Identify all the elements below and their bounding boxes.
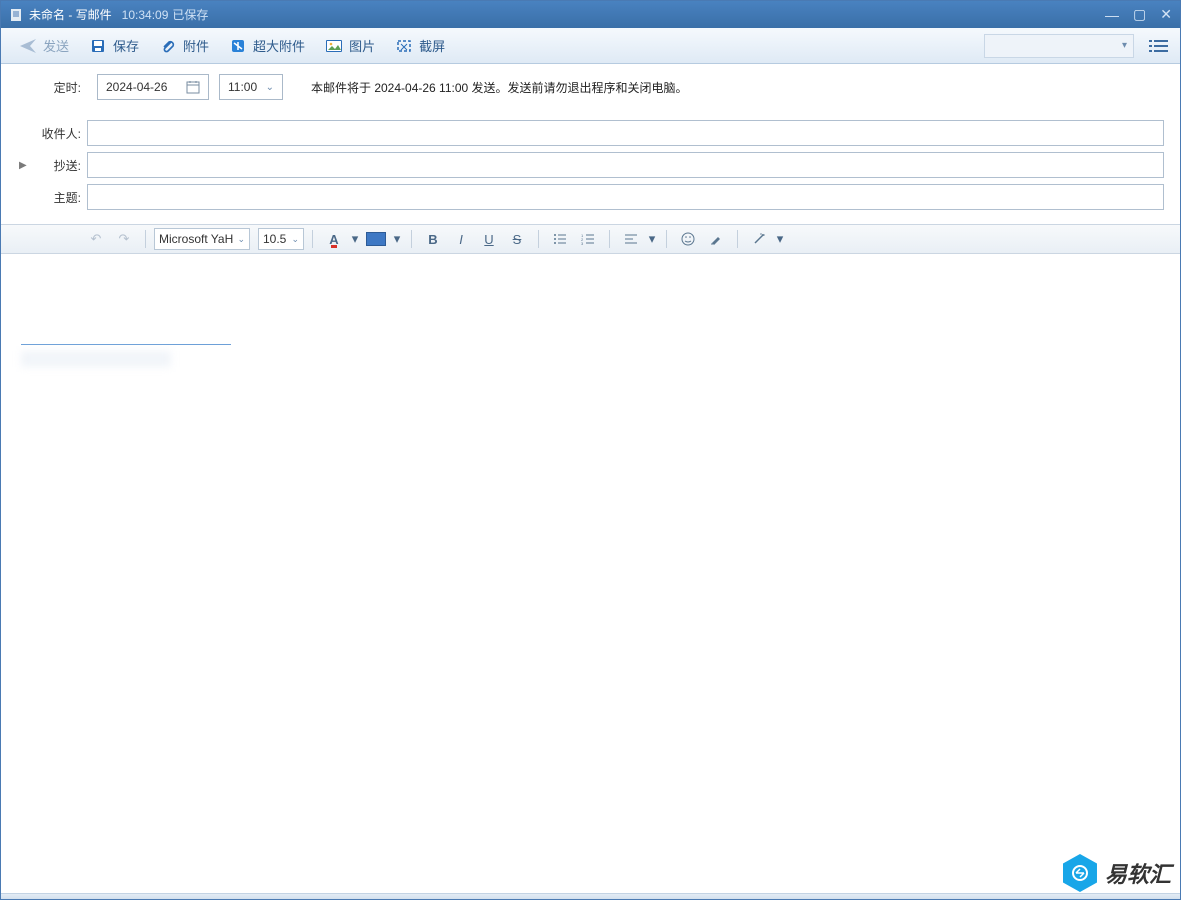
to-input[interactable] bbox=[87, 120, 1164, 146]
svg-text:3: 3 bbox=[581, 241, 584, 245]
chevron-down-icon: ⌄ bbox=[291, 234, 299, 245]
big-attach-button[interactable]: 超大附件 bbox=[219, 32, 315, 59]
to-label: 收件人: bbox=[31, 125, 87, 142]
font-size-value: 10.5 bbox=[263, 232, 286, 246]
bold-button[interactable]: B bbox=[420, 228, 446, 250]
paperclip-icon bbox=[159, 37, 177, 55]
save-button[interactable]: 保存 bbox=[79, 32, 149, 59]
italic-button[interactable]: I bbox=[448, 228, 474, 250]
subject-input[interactable] bbox=[87, 184, 1164, 210]
redo-button[interactable]: ↷ bbox=[111, 228, 137, 250]
schedule-date-input[interactable]: 2024-04-26 bbox=[97, 74, 209, 100]
number-list-button[interactable]: 123 bbox=[575, 228, 601, 250]
watermark-logo-icon bbox=[1063, 854, 1097, 892]
big-attach-label: 超大附件 bbox=[253, 36, 305, 55]
clear-format-button[interactable] bbox=[703, 228, 729, 250]
screenshot-button[interactable]: 截屏 bbox=[385, 32, 455, 59]
undo-button[interactable]: ↶ bbox=[83, 228, 109, 250]
chevron-down-icon: ▾ bbox=[1122, 40, 1127, 51]
window-bottom-border bbox=[1, 893, 1180, 899]
signature-text bbox=[21, 351, 171, 367]
highlight-button[interactable] bbox=[363, 228, 389, 250]
send-button[interactable]: 发送 bbox=[9, 32, 79, 59]
editor-body[interactable] bbox=[1, 254, 1180, 893]
save-icon bbox=[89, 37, 107, 55]
editor-toolbar: ↶ ↷ Microsoft YaH ⌄ 10.5 ⌄ A ▾ ▾ B I U S… bbox=[1, 224, 1180, 254]
compose-fields: 收件人: ▶ 抄送: 主题: bbox=[1, 110, 1180, 216]
bullet-list-button[interactable] bbox=[547, 228, 573, 250]
big-attach-icon bbox=[229, 37, 247, 55]
highlight-dropdown[interactable]: ▾ bbox=[391, 228, 403, 250]
underline-button[interactable]: U bbox=[476, 228, 502, 250]
attach-label: 附件 bbox=[183, 36, 209, 55]
chevron-down-icon: ⌄ bbox=[266, 82, 274, 93]
cc-label: 抄送: bbox=[31, 157, 87, 174]
schedule-time-value: 11:00 bbox=[228, 80, 257, 94]
schedule-row: 定时: 2024-04-26 11:00 ⌄ 本邮件将于 2024-04-26 … bbox=[1, 64, 1180, 110]
color-dropdown[interactable]: ▾ bbox=[349, 228, 361, 250]
schedule-date-value: 2024-04-26 bbox=[106, 80, 167, 94]
signature-divider bbox=[21, 344, 231, 345]
menu-button[interactable] bbox=[1150, 35, 1172, 57]
align-dropdown[interactable]: ▾ bbox=[646, 228, 658, 250]
image-label: 图片 bbox=[349, 36, 375, 55]
text-color-button[interactable]: A bbox=[321, 228, 347, 250]
emoji-button[interactable] bbox=[675, 228, 701, 250]
schedule-message: 本邮件将于 2024-04-26 11:00 发送。发送前请勿退出程序和关闭电脑… bbox=[311, 79, 688, 96]
subject-label: 主题: bbox=[31, 189, 87, 206]
save-timestamp: 10:34:09 bbox=[122, 8, 169, 22]
send-label: 发送 bbox=[43, 36, 69, 55]
screenshot-label: 截屏 bbox=[419, 36, 445, 55]
screenshot-icon bbox=[395, 37, 413, 55]
document-icon bbox=[9, 8, 23, 22]
font-size-select[interactable]: 10.5 ⌄ bbox=[258, 228, 304, 250]
minimize-button[interactable]: — bbox=[1105, 7, 1119, 23]
maximize-button[interactable]: ▢ bbox=[1133, 6, 1146, 23]
close-button[interactable]: ✕ bbox=[1160, 6, 1172, 23]
account-dropdown[interactable]: ▾ bbox=[984, 34, 1134, 58]
titlebar: 未命名 - 写邮件 10:34:09 已保存 — ▢ ✕ bbox=[1, 1, 1180, 28]
image-icon bbox=[325, 37, 343, 55]
align-button[interactable] bbox=[618, 228, 644, 250]
attach-button[interactable]: 附件 bbox=[149, 32, 219, 59]
schedule-label: 定时: bbox=[45, 79, 81, 96]
main-toolbar: 发送 保存 附件 超大附件 图片 bbox=[1, 28, 1180, 64]
window-title: 未命名 - 写邮件 bbox=[29, 6, 112, 23]
send-icon bbox=[19, 37, 37, 55]
font-select[interactable]: Microsoft YaH ⌄ bbox=[154, 228, 250, 250]
font-value: Microsoft YaH bbox=[159, 232, 233, 246]
watermark: 易软汇 bbox=[1063, 854, 1171, 892]
cc-input[interactable] bbox=[87, 152, 1164, 178]
expand-cc-icon[interactable]: ▶ bbox=[19, 160, 31, 171]
mail-content[interactable] bbox=[21, 270, 1160, 310]
watermark-text: 易软汇 bbox=[1105, 857, 1171, 889]
image-button[interactable]: 图片 bbox=[315, 32, 385, 59]
calendar-icon bbox=[186, 80, 200, 94]
schedule-time-input[interactable]: 11:00 ⌄ bbox=[219, 74, 283, 100]
magic-dropdown[interactable]: ▾ bbox=[774, 228, 786, 250]
save-label: 保存 bbox=[113, 36, 139, 55]
strikethrough-button[interactable]: S bbox=[504, 228, 530, 250]
magic-button[interactable] bbox=[746, 228, 772, 250]
saved-status: 已保存 bbox=[172, 6, 208, 23]
chevron-down-icon: ⌄ bbox=[237, 234, 245, 245]
